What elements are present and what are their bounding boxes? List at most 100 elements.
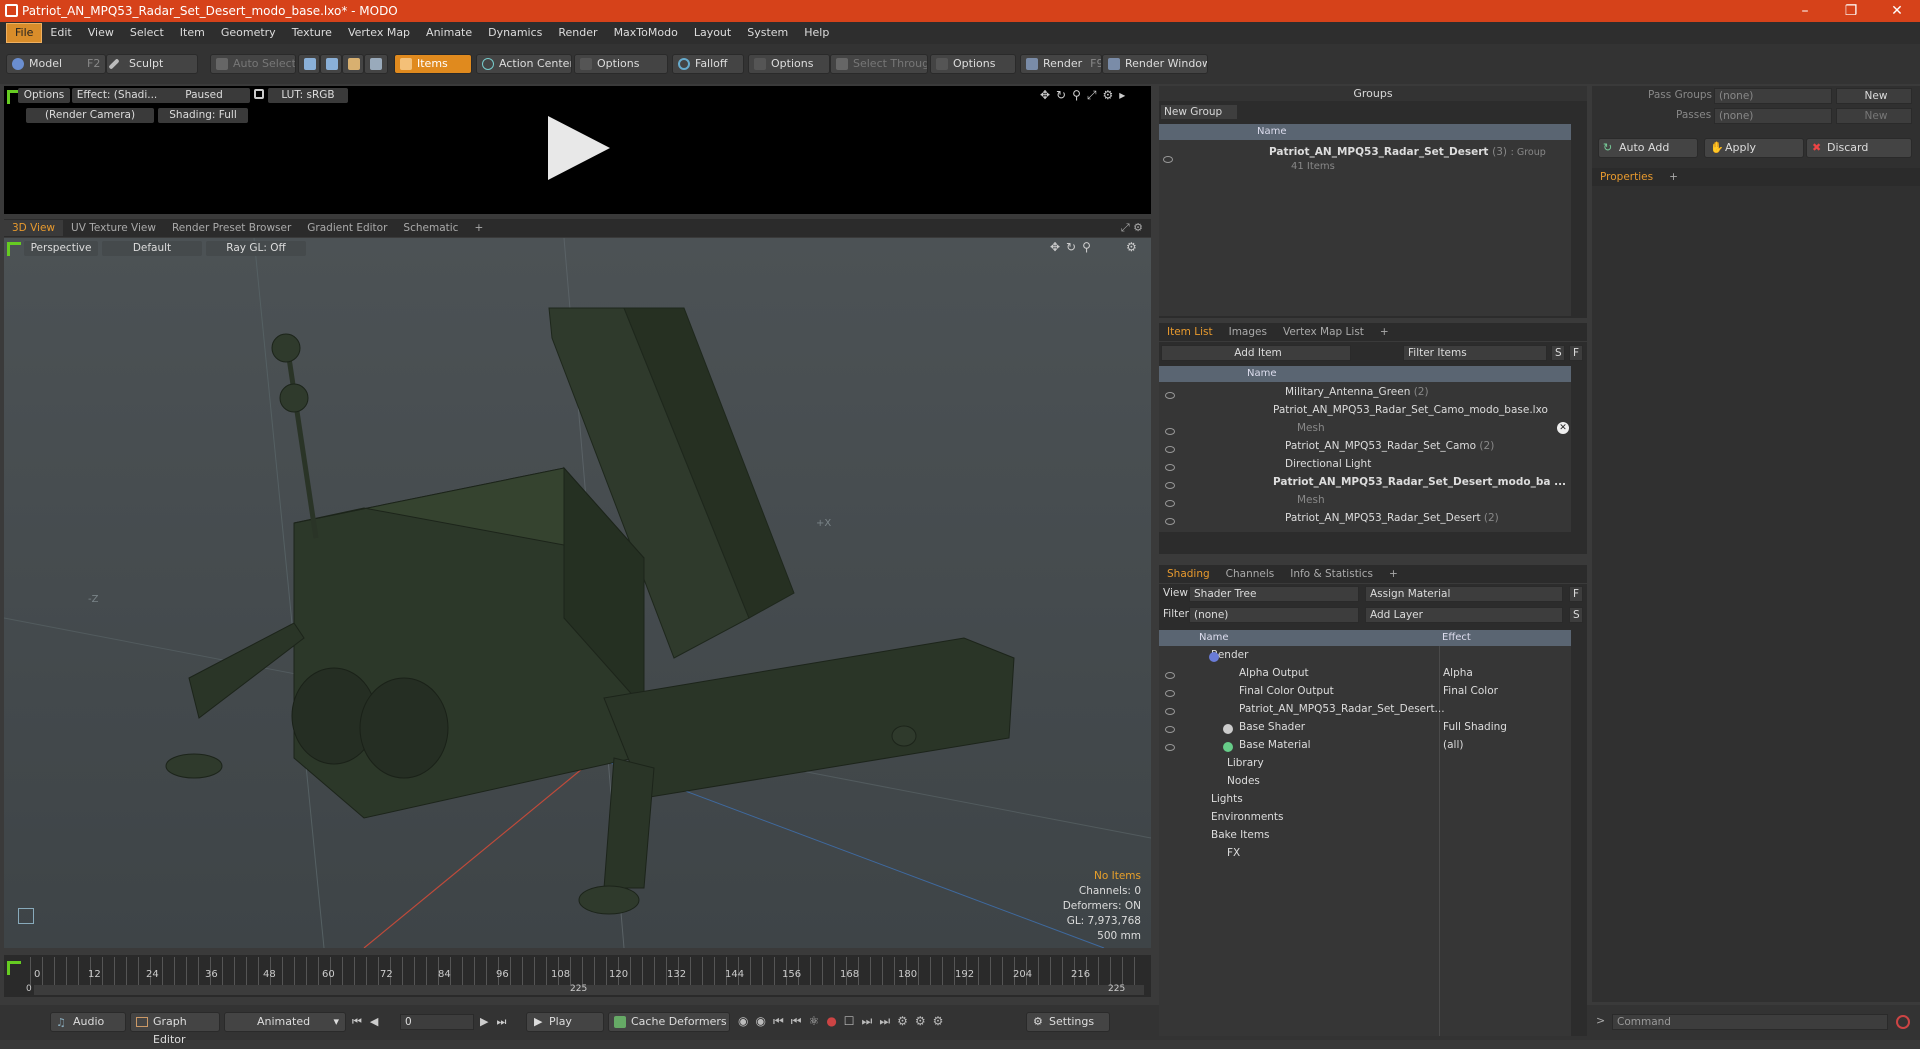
raygl-dropdown[interactable]: Ray GL: Off bbox=[206, 241, 306, 256]
lut-dropdown[interactable]: LUT: sRGB bbox=[268, 88, 348, 103]
view-tabs-menu-icon[interactable]: ⤢ ⚙ bbox=[1121, 221, 1143, 235]
shader-row[interactable]: Bake Items bbox=[1211, 827, 1270, 844]
menu-render[interactable]: Render bbox=[550, 24, 605, 42]
new-group-button[interactable]: New Group bbox=[1161, 105, 1237, 119]
eye-icon[interactable] bbox=[1165, 464, 1175, 471]
frame-field[interactable]: 0 bbox=[400, 1014, 474, 1030]
viewport-nav-icons[interactable]: ✥↻⚲ bbox=[1050, 240, 1097, 254]
eye-icon[interactable] bbox=[1165, 672, 1175, 679]
eye-icon[interactable] bbox=[1165, 708, 1175, 715]
tab-uv-texture-view[interactable]: UV Texture View bbox=[63, 220, 164, 236]
viewport-settings-icon[interactable]: ⚙ bbox=[1126, 240, 1137, 254]
shader-row[interactable]: Base Material bbox=[1239, 737, 1311, 754]
preview-paused-button[interactable]: Paused bbox=[158, 88, 250, 103]
shading-f-button[interactable]: F bbox=[1569, 586, 1583, 602]
add-item-dropdown[interactable]: Add Item bbox=[1161, 345, 1351, 361]
restore-icon[interactable]: ❐ bbox=[1828, 0, 1874, 22]
radar-truck-model[interactable] bbox=[4, 238, 1151, 948]
menu-edit[interactable]: Edit bbox=[42, 24, 79, 42]
cache-deformers-button[interactable]: Cache Deformers bbox=[608, 1012, 730, 1032]
stop-command-icon[interactable] bbox=[1896, 1015, 1910, 1029]
play-icon[interactable] bbox=[544, 112, 614, 184]
menu-file[interactable]: File bbox=[6, 23, 43, 43]
shader-row-effect[interactable]: Full Shading bbox=[1443, 719, 1507, 736]
menu-geometry[interactable]: Geometry bbox=[213, 24, 284, 42]
list-item[interactable]: Patriot_AN_MPQ53_Radar_Set_Desert_modo_b… bbox=[1273, 474, 1566, 491]
items-mode-button[interactable]: Items bbox=[394, 54, 472, 74]
shader-row-effect[interactable]: (all) bbox=[1443, 737, 1463, 754]
tab-images[interactable]: Images bbox=[1221, 324, 1275, 340]
shader-row[interactable]: Environments bbox=[1211, 809, 1284, 826]
menu-vertex-map[interactable]: Vertex Map bbox=[340, 24, 418, 42]
add-tab-icon[interactable]: + bbox=[1661, 169, 1686, 185]
tab-gradient-editor[interactable]: Gradient Editor bbox=[299, 220, 395, 236]
menu-dynamics[interactable]: Dynamics bbox=[480, 24, 550, 42]
minimize-icon[interactable]: – bbox=[1782, 0, 1828, 22]
select-through-options-button[interactable]: Options bbox=[930, 54, 1016, 74]
menu-animate[interactable]: Animate bbox=[418, 24, 480, 42]
list-item[interactable]: Mesh bbox=[1297, 420, 1325, 437]
animated-dropdown[interactable]: Animated ▾ bbox=[224, 1012, 346, 1032]
shader-row[interactable]: Nodes bbox=[1227, 773, 1260, 790]
shader-row[interactable]: Library bbox=[1227, 755, 1264, 772]
graph-editor-button[interactable]: Graph Editor bbox=[130, 1012, 220, 1046]
sculpt-mode-button[interactable]: Sculpt bbox=[106, 54, 198, 74]
menu-system[interactable]: System bbox=[739, 24, 796, 42]
menu-view[interactable]: View bbox=[80, 24, 122, 42]
itemlist-s-button[interactable]: S bbox=[1551, 345, 1565, 361]
tab-info-statistics[interactable]: Info & Statistics bbox=[1282, 566, 1381, 582]
auto-add-button[interactable]: ↻ Auto Add bbox=[1598, 138, 1698, 158]
materials-button[interactable] bbox=[364, 54, 388, 74]
menu-maxtomodo[interactable]: MaxToModo bbox=[606, 24, 686, 42]
select-through-button[interactable]: Select Through bbox=[830, 54, 928, 74]
shader-row-effect[interactable]: Alpha bbox=[1443, 665, 1473, 682]
eye-icon[interactable] bbox=[1165, 518, 1175, 525]
add-layer-dropdown[interactable]: Add Layer bbox=[1365, 607, 1563, 623]
discard-button[interactable]: ✖ Discard bbox=[1806, 138, 1912, 158]
close-icon[interactable]: ✕ bbox=[1874, 0, 1920, 22]
tab-schematic[interactable]: Schematic bbox=[395, 220, 466, 236]
perspective-dropdown[interactable]: Perspective bbox=[24, 241, 98, 256]
transport-forward-icons[interactable]: ▶⏭ bbox=[480, 1015, 514, 1029]
default-dropdown[interactable]: Default bbox=[102, 241, 202, 256]
timeline[interactable]: 0 12 24 36 48 60 72 84 96 108 120 132 14… bbox=[4, 955, 1151, 997]
shader-row[interactable]: Patriot_AN_MPQ53_Radar_Set_Desert... bbox=[1239, 701, 1445, 718]
3d-viewport[interactable]: Perspective Default Ray GL: Off ✥↻⚲ ⚙ +X… bbox=[4, 238, 1151, 948]
menu-layout[interactable]: Layout bbox=[686, 24, 739, 42]
settings-button[interactable]: ⚙ Settings bbox=[1026, 1012, 1110, 1032]
shading-dropdown[interactable]: Shading: Full bbox=[158, 108, 248, 123]
edges-button[interactable] bbox=[320, 54, 342, 74]
play-button[interactable]: ▶ Play bbox=[526, 1012, 604, 1032]
transport-back-icons[interactable]: ⏮◀ bbox=[352, 1015, 386, 1029]
eye-icon[interactable] bbox=[1165, 428, 1175, 435]
list-item[interactable]: Patriot_AN_MPQ53_Radar_Set_Desert (2) bbox=[1285, 510, 1499, 527]
render-button[interactable]: Render F9 bbox=[1020, 54, 1102, 74]
preview-nav-icons[interactable]: ✥↻⚲⤢⚙▸ bbox=[1040, 88, 1131, 103]
tab-3d-view[interactable]: 3D View bbox=[4, 220, 64, 236]
eye-icon[interactable] bbox=[1165, 392, 1175, 399]
eye-icon[interactable] bbox=[1165, 690, 1175, 697]
itemlist-f-button[interactable]: F bbox=[1569, 345, 1583, 361]
shader-row[interactable]: Base Shader bbox=[1239, 719, 1305, 736]
shader-row[interactable]: Lights bbox=[1211, 791, 1243, 808]
eye-icon[interactable] bbox=[1165, 446, 1175, 453]
menu-texture[interactable]: Texture bbox=[284, 24, 340, 42]
audio-button[interactable]: ♫ Audio bbox=[50, 1012, 126, 1032]
command-input[interactable]: Command bbox=[1612, 1014, 1888, 1030]
tab-properties[interactable]: Properties bbox=[1592, 169, 1661, 185]
falloff-options-button[interactable]: Options bbox=[748, 54, 830, 74]
auto-select-button[interactable]: Auto Select bbox=[210, 54, 296, 74]
filter-dropdown[interactable]: (none) bbox=[1189, 607, 1359, 623]
list-item[interactable]: Patriot_AN_MPQ53_Radar_Set_Camo (2) bbox=[1285, 438, 1494, 455]
lock-icon[interactable] bbox=[254, 89, 264, 99]
add-tab-icon[interactable]: + bbox=[1372, 324, 1397, 340]
polygons-button[interactable] bbox=[342, 54, 364, 74]
timeline-ruler[interactable] bbox=[30, 957, 1144, 985]
apply-button[interactable]: ✋ Apply bbox=[1704, 138, 1804, 158]
render-window-button[interactable]: Render Window bbox=[1102, 54, 1208, 74]
passes-new-button[interactable]: New bbox=[1836, 108, 1912, 124]
tab-channels[interactable]: Channels bbox=[1218, 566, 1283, 582]
action-center-button[interactable]: Action Center bbox=[476, 54, 572, 74]
eye-icon[interactable] bbox=[1165, 726, 1175, 733]
preview-effect-dropdown[interactable]: Effect: (Shadi... bbox=[72, 88, 162, 103]
